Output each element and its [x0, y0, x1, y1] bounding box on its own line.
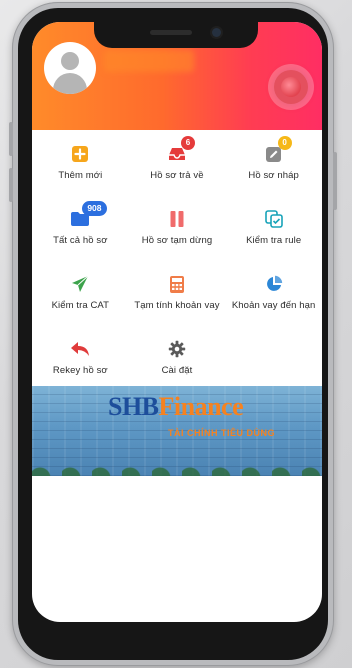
reply-arrow-icon: [70, 339, 90, 359]
add-square-icon: [70, 144, 90, 164]
pause-icon: [167, 209, 187, 229]
menu-item-label: Thêm mới: [58, 170, 103, 181]
menu-item-9[interactable]: Rekey hồ sơ: [32, 325, 129, 390]
count-badge: 0: [277, 136, 292, 150]
menu-item-label: Tạm tính khoản vay: [134, 300, 220, 311]
count-badge: 6: [180, 136, 195, 150]
banner-tagline: TÀI CHÍNH TIÊU DÙNG: [168, 428, 275, 438]
gear-icon: [167, 339, 187, 359]
brand-finance: Finance: [158, 392, 244, 421]
app-screen: Thêm mới 6 Hồ sơ trả về 0 Hồ sơ nháp 908 Tất c…: [32, 22, 322, 622]
menu-item-4[interactable]: Hồ sơ tạm dừng: [129, 195, 226, 260]
menu-item-label: Hồ sơ tạm dừng: [141, 235, 213, 246]
menu-item-6[interactable]: Kiểm tra CAT: [32, 260, 129, 325]
notch: [94, 22, 258, 48]
avatar[interactable]: [44, 42, 96, 94]
user-name-redacted: [104, 50, 194, 72]
floating-assistive-button[interactable]: [274, 70, 308, 104]
volume-up-button: [9, 122, 13, 156]
banner-brand-logo: SHBFinance: [108, 392, 244, 422]
menu-grid: Thêm mới 6 Hồ sơ trả về 0 Hồ sơ nháp 908 Tất c…: [32, 130, 322, 390]
front-camera: [212, 28, 221, 37]
power-button: [333, 152, 337, 210]
send-plane-icon: [70, 274, 90, 294]
pie-chart-icon: [264, 274, 284, 294]
menu-item-10[interactable]: Cài đặt: [129, 325, 226, 390]
menu-item-0[interactable]: Thêm mới: [32, 130, 129, 195]
menu-item-1[interactable]: 6 Hồ sơ trả về: [129, 130, 226, 195]
menu-item-label: Tất cả hồ sơ: [53, 235, 108, 246]
edit-pencil-icon: 0: [264, 136, 292, 164]
calculator-icon: [167, 274, 187, 294]
menu-item-8[interactable]: Khoản vay đến hạn: [225, 260, 322, 325]
menu-item-label: Kiểm tra rule: [246, 235, 302, 246]
inbox-tray-icon: 6: [167, 136, 195, 164]
speaker: [150, 30, 192, 35]
menu-item-label: Kiểm tra CAT: [51, 300, 110, 311]
menu-item-3[interactable]: 908 Tất cả hồ sơ: [32, 195, 129, 260]
count-badge: 908: [82, 201, 107, 216]
brand-shb: SHB: [108, 392, 159, 421]
shb-finance-banner: SHBFinance TÀI CHÍNH TIÊU DÙNG: [32, 386, 322, 476]
menu-item-label: Cài đặt: [161, 365, 193, 376]
avatar-body-icon: [53, 73, 87, 94]
menu-item-5[interactable]: Kiểm tra rule: [225, 195, 322, 260]
copy-check-icon: [264, 209, 284, 229]
menu-item-label: Hồ sơ nháp: [248, 170, 299, 181]
menu-item-label: Hồ sơ trả về: [150, 170, 204, 181]
menu-item-7[interactable]: Tạm tính khoản vay: [129, 260, 226, 325]
menu-item-label: Khoản vay đến hạn: [231, 300, 316, 311]
menu-item-2[interactable]: 0 Hồ sơ nháp: [225, 130, 322, 195]
menu-item-label: Rekey hồ sơ: [52, 365, 108, 376]
avatar-head-icon: [61, 52, 79, 70]
banner-trees: [32, 462, 322, 476]
volume-down-button: [9, 168, 13, 202]
folder-icon: 908: [70, 201, 107, 229]
